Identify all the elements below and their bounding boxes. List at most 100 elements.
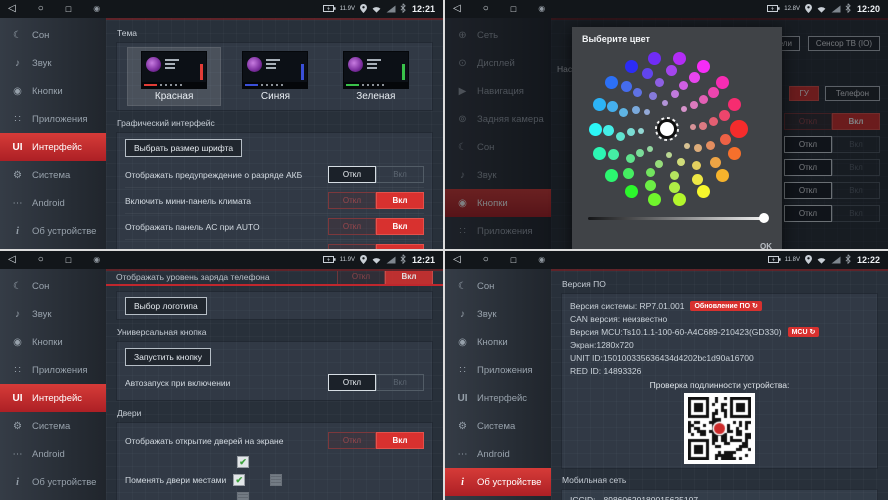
color-dot[interactable] <box>593 98 606 111</box>
color-dot[interactable] <box>730 120 748 138</box>
back-button[interactable]: ◁ <box>8 251 16 269</box>
slider-knob[interactable] <box>759 213 769 223</box>
color-dot[interactable] <box>625 185 638 198</box>
color-dot[interactable] <box>632 106 640 114</box>
color-dot[interactable] <box>646 168 655 177</box>
back-button[interactable]: ◁ <box>8 0 16 18</box>
color-dot[interactable] <box>716 76 729 89</box>
door-checkbox-right[interactable] <box>270 474 282 486</box>
sidebar-item-ob-ustroystve[interactable]: iОб устройстве <box>0 217 106 245</box>
color-dot[interactable] <box>621 81 632 92</box>
sidebar-item-son[interactable]: ☾Сон <box>445 272 551 300</box>
toggle-on-button[interactable]: Вкл <box>376 192 424 209</box>
sidebar-item-knopki[interactable]: ◉Кнопки <box>0 77 106 105</box>
sidebar-item-android[interactable]: ⋯Android <box>0 440 106 468</box>
color-dot[interactable] <box>648 52 661 65</box>
sidebar-item-son[interactable]: ☾Сон <box>0 21 106 49</box>
color-dot[interactable] <box>673 52 686 65</box>
sidebar-item-ob-ustroystve[interactable]: iОб устройстве <box>445 468 551 496</box>
run-button[interactable]: Запустить кнопку <box>125 348 211 366</box>
color-dot[interactable] <box>690 124 696 130</box>
color-dot[interactable] <box>719 110 730 121</box>
color-dot[interactable] <box>605 76 618 89</box>
toggle-on-button[interactable]: Вкл <box>376 374 424 391</box>
color-dot[interactable] <box>716 169 729 182</box>
recents-button[interactable]: □ <box>66 251 71 269</box>
sidebar-item-interfeys[interactable]: UIИнтерфейс <box>0 384 106 412</box>
back-button[interactable]: ◁ <box>453 0 461 18</box>
sidebar-item-zvuk[interactable]: ♪Звук <box>0 300 106 328</box>
door-checkbox-front[interactable]: ✔ <box>237 456 249 468</box>
toggle-on-button[interactable]: Вкл <box>376 218 424 235</box>
color-dot[interactable] <box>694 144 702 152</box>
sidebar-item-son[interactable]: ☾Сон <box>0 272 106 300</box>
color-dot[interactable] <box>692 174 703 185</box>
sidebar-item-ob-ustroystve[interactable]: iОб устройстве <box>0 468 106 496</box>
color-dot[interactable] <box>608 149 619 160</box>
toggle-on-button[interactable]: Вкл <box>376 432 424 449</box>
color-dot[interactable] <box>616 132 625 141</box>
home-button[interactable]: ○ <box>38 251 44 269</box>
color-dot[interactable] <box>636 149 644 157</box>
color-dot[interactable] <box>627 128 635 136</box>
ok-button[interactable]: OK <box>760 242 772 249</box>
color-dot[interactable] <box>647 146 653 152</box>
color-dot[interactable] <box>699 122 707 130</box>
home-button[interactable]: ○ <box>483 251 489 269</box>
brightness-slider[interactable] <box>588 217 766 220</box>
color-dot[interactable] <box>681 106 687 112</box>
color-dot[interactable] <box>673 193 686 206</box>
sidebar-item-prilozheniya[interactable]: ∷Приложения <box>445 356 551 384</box>
color-dot[interactable] <box>626 154 635 163</box>
sidebar-item-prilozheniya[interactable]: ∷Приложения <box>0 356 106 384</box>
color-dot[interactable] <box>697 185 710 198</box>
color-dot[interactable] <box>625 60 638 73</box>
sidebar-item-sistema[interactable]: ⚙Система <box>0 412 106 440</box>
color-dot[interactable] <box>593 147 606 160</box>
recents-button[interactable]: □ <box>511 0 516 18</box>
update-badge[interactable]: Обновление ПО ↻ <box>690 301 761 311</box>
sidebar-item-knopki[interactable]: ◉Кнопки <box>0 328 106 356</box>
color-dot[interactable] <box>603 125 614 136</box>
sidebar-item-interfeys[interactable]: UIИнтерфейс <box>0 133 106 161</box>
color-dot[interactable] <box>662 100 668 106</box>
color-dot[interactable] <box>666 65 677 76</box>
toggle-off-button[interactable]: Откл <box>328 244 376 249</box>
theme-option-0[interactable]: Красная <box>127 47 221 106</box>
toggle-off-button[interactable]: Откл <box>328 218 376 235</box>
logo-select-button[interactable]: Выбор логотипа <box>125 297 207 315</box>
color-dot[interactable] <box>684 143 690 149</box>
font-size-button[interactable]: Выбрать размер шрифта <box>125 139 242 157</box>
toggle-off-button[interactable]: Откл <box>337 271 385 284</box>
color-dot[interactable] <box>697 60 710 73</box>
color-dot[interactable] <box>623 168 634 179</box>
color-dot[interactable] <box>649 92 657 100</box>
door-checkbox-left[interactable]: ✔ <box>233 474 245 486</box>
sidebar-item-zvuk[interactable]: ♪Звук <box>0 49 106 77</box>
color-dot[interactable] <box>655 160 663 168</box>
color-dot[interactable] <box>642 68 653 79</box>
color-dot[interactable] <box>720 134 731 145</box>
sidebar-item-sistema[interactable]: ⚙Система <box>0 161 106 189</box>
color-dot[interactable] <box>677 158 685 166</box>
color-dot[interactable] <box>708 87 719 98</box>
sidebar-item-interfeys[interactable]: UIИнтерфейс <box>445 384 551 412</box>
home-button[interactable]: ○ <box>38 0 44 18</box>
sidebar-item-sistema[interactable]: ⚙Система <box>445 412 551 440</box>
color-dot[interactable] <box>605 169 618 182</box>
toggle-on-button[interactable]: Вкл <box>376 244 424 249</box>
sidebar-item-android[interactable]: ⋯Android <box>445 440 551 468</box>
color-dot[interactable] <box>644 109 650 115</box>
color-dot[interactable] <box>669 182 680 193</box>
door-checkbox-rear[interactable] <box>237 492 249 500</box>
color-dot[interactable] <box>709 117 718 126</box>
toggle-on-button[interactable]: Вкл <box>376 166 424 183</box>
color-dot[interactable] <box>607 101 618 112</box>
sidebar-item-knopki[interactable]: ◉Кнопки <box>445 328 551 356</box>
color-dot[interactable] <box>710 157 721 168</box>
color-dot[interactable] <box>671 90 679 98</box>
toggle-off-button[interactable]: Откл <box>328 192 376 209</box>
color-dot[interactable] <box>690 101 698 109</box>
theme-option-2[interactable]: Зеленая <box>330 48 422 105</box>
toggle-off-button[interactable]: Откл <box>328 166 376 183</box>
